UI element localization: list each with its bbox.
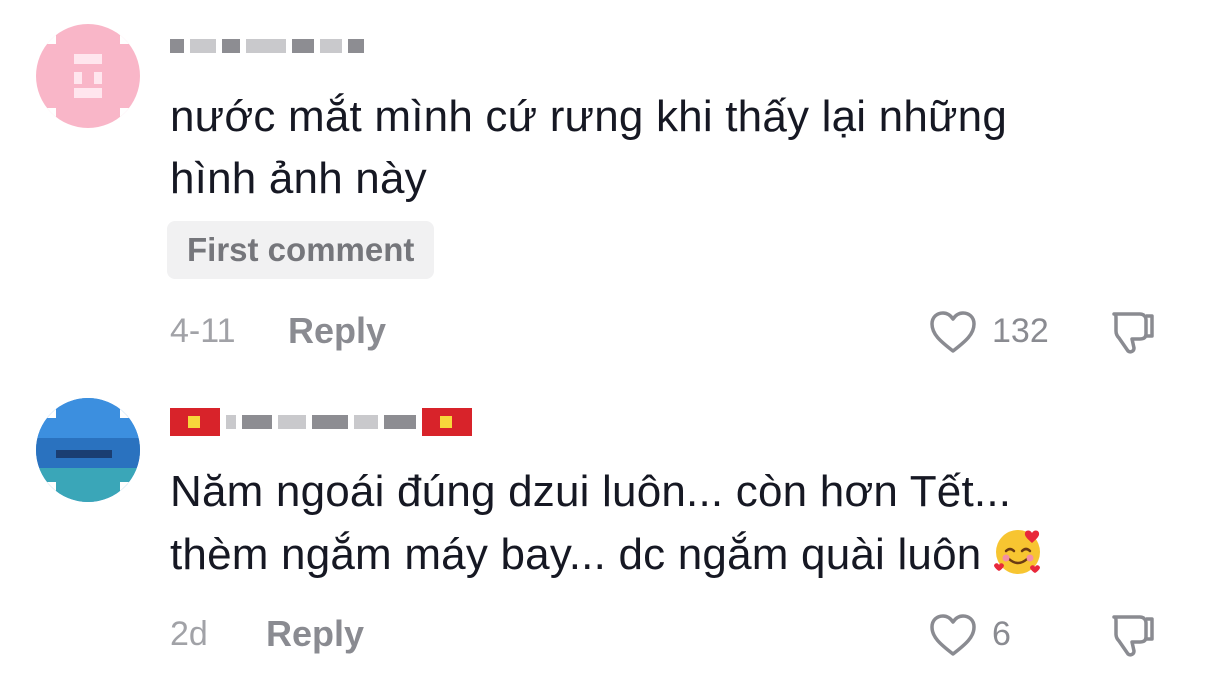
comment-text-line: Năm ngoái đúng dzui luôn... còn hơn Tết.… [170,467,1012,516]
comment-text-line: nước mắt mình cứ rưng khi thấy lại những [170,92,1008,141]
username-blurred[interactable] [170,408,472,436]
comment-date: 2d [170,615,208,653]
flag-icon [170,408,220,436]
avatar[interactable] [36,398,140,502]
comment-text: nước mắt mình cứ rưng khi thấy lại những… [170,86,1007,210]
username-blurred[interactable] [170,36,364,56]
first-comment-badge: First comment [167,221,435,279]
comment-text-line: hình ảnh này [170,154,427,203]
comment-date: 4-11 [170,312,236,350]
comment-text-line-content: thèm ngắm máy bay... dc ngắm quài luôn [170,530,982,579]
dislike-icon[interactable] [1106,308,1156,354]
reply-button[interactable]: Reply [288,310,386,352]
comment-text-line: thèm ngắm máy bay... dc ngắm quài luôn [170,523,1045,586]
smiling-face-with-hearts-icon [994,530,1041,574]
like-count: 132 [992,312,1049,350]
dislike-icon[interactable] [1106,611,1156,657]
avatar[interactable] [36,24,140,128]
heart-icon[interactable] [928,612,978,658]
comment-text: Năm ngoái đúng dzui luôn... còn hơn Tết.… [170,461,1045,586]
reply-button[interactable]: Reply [266,613,364,655]
like-count: 6 [992,615,1011,653]
heart-icon[interactable] [928,309,978,355]
flag-icon [422,408,472,436]
